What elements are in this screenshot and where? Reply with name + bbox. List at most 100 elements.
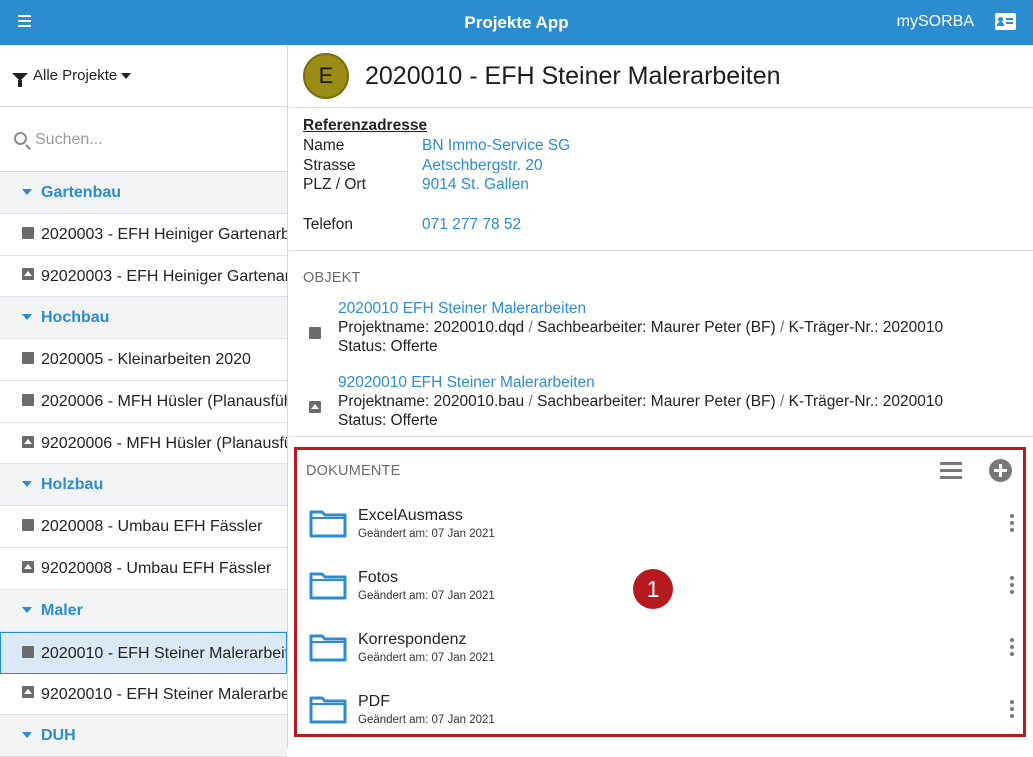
folder-name: Korrespondenz <box>358 631 467 648</box>
more-options-icon[interactable] <box>1009 513 1015 533</box>
folder-row[interactable]: PDF Geändert am: 07 Jan 2021 <box>306 688 1021 738</box>
folder-row[interactable]: Korrespondenz Geändert am: 07 Jan 2021 <box>306 626 1021 676</box>
folder-date: Geändert am: 07 Jan 2021 <box>358 590 495 602</box>
group-label: Gartenbau <box>41 184 122 201</box>
add-document-icon[interactable] <box>989 459 1012 482</box>
list-item-label: 92020003 - EFH Heiniger Gartenarbeiten <box>41 267 287 285</box>
object-details: Projektname: 2020010.bau / Sachbearbeite… <box>338 393 944 410</box>
search-icon <box>14 132 27 145</box>
list-item[interactable]: 2020003 - EFH Heiniger Gartenarbeiten <box>0 214 287 256</box>
list-item[interactable]: 2020006 - MFH Hüsler (Planausführung) <box>0 381 287 423</box>
caret-down-icon <box>22 481 32 488</box>
caret-down-icon <box>22 188 32 195</box>
group-holzbau[interactable]: Holzbau <box>0 464 287 507</box>
reference-heading: Referenzadresse <box>303 117 428 134</box>
list-item-label: 2020010 - EFH Steiner Malerarbeiten <box>41 644 287 662</box>
project-list: Gartenbau 2020003 - EFH Heiniger Gartena… <box>0 172 287 757</box>
callout-marker: 1 <box>633 569 673 609</box>
top-bar: Projekte App mySORBA <box>0 0 1033 45</box>
group-maler[interactable]: Maler <box>0 589 287 632</box>
square-icon <box>22 393 34 406</box>
caret-down-icon <box>22 731 32 738</box>
object-heading: OBJEKT <box>303 270 361 286</box>
search-input[interactable] <box>35 127 275 153</box>
folder-date: Geändert am: 07 Jan 2021 <box>358 528 495 540</box>
more-options-icon[interactable] <box>1009 575 1015 595</box>
folder-icon <box>309 572 347 600</box>
user-menu[interactable]: mySORBA <box>897 13 974 31</box>
project-filter-dropdown[interactable]: Alle Projekte <box>0 45 287 107</box>
list-item-label: 2020003 - EFH Heiniger Gartenarbeiten <box>41 226 287 243</box>
group-label: DUH <box>41 727 76 745</box>
list-item[interactable]: 92020003 - EFH Heiniger Gartenarbeiten <box>0 256 287 298</box>
contact-card-icon[interactable] <box>995 13 1016 30</box>
more-options-icon[interactable] <box>1009 637 1015 657</box>
reference-address: Referenzadresse Name BN Immo-Service SG S… <box>289 108 1033 251</box>
square-icon <box>22 519 34 532</box>
list-item-label: 92020008 - Umbau EFH Fässler <box>41 560 272 578</box>
object-section: OBJEKT 2020010 EFH Steiner Malerarbeiten… <box>289 251 1033 437</box>
list-item-label: 2020005 - Kleinarbeiten 2020 <box>41 351 251 369</box>
object-details: Projektname: 2020010.dqd / Sachbearbeite… <box>338 319 944 336</box>
object-status: Status: Offerte <box>338 338 438 355</box>
list-item[interactable]: 92020010 - EFH Steiner Malerarbeiten <box>0 674 287 716</box>
list-item-label: 92020010 - EFH Steiner Malerarbeiten <box>41 685 287 703</box>
group-label: Maler <box>41 601 83 619</box>
folder-name: ExcelAusmass <box>358 507 463 524</box>
upload-square-icon <box>22 268 34 281</box>
folder-name: Fotos <box>358 569 399 586</box>
street-label: Strasse <box>303 156 356 174</box>
folder-date: Geändert am: 07 Jan 2021 <box>358 714 495 726</box>
name-label: Name <box>303 137 345 154</box>
upload-square-icon <box>309 401 321 413</box>
list-item-label: 2020008 - Umbau EFH Fässler <box>41 518 263 536</box>
upload-square-icon <box>22 686 34 699</box>
object-link[interactable]: 2020010 EFH Steiner Malerarbeiten <box>338 300 586 318</box>
city-value-link[interactable]: 9014 St. Gallen <box>422 176 529 194</box>
group-duh[interactable]: DUH <box>0 715 287 757</box>
list-item[interactable]: 2020005 - Kleinarbeiten 2020 <box>0 339 287 382</box>
list-item-label: 92020006 - MFH Hüsler (Planausführung) <box>41 434 287 452</box>
phone-label: Telefon <box>303 216 353 233</box>
name-value-link[interactable]: BN Immo-Service SG <box>422 137 570 155</box>
list-item[interactable]: 92020006 - MFH Hüsler (Planausführung) <box>0 423 287 465</box>
group-hochbau[interactable]: Hochbau <box>0 297 287 340</box>
app-title: Projekte App <box>464 13 569 32</box>
avatar: E <box>303 53 349 99</box>
square-icon <box>22 645 34 658</box>
folder-icon <box>309 510 347 538</box>
filter-label: Alle Projekte <box>33 67 118 84</box>
sidebar: Alle Projekte Gartenbau 2020003 - EFH He… <box>0 45 288 757</box>
group-label: Holzbau <box>41 476 104 494</box>
list-item-selected[interactable]: 2020010 - EFH Steiner Malerarbeiten <box>0 631 287 674</box>
folder-date: Geändert am: 07 Jan 2021 <box>358 652 495 664</box>
upload-square-icon <box>22 435 34 448</box>
caret-down-icon <box>22 606 32 613</box>
square-icon <box>22 226 34 239</box>
documents-heading: DOKUMENTE <box>306 463 401 479</box>
folder-icon <box>309 696 347 724</box>
folder-row[interactable]: ExcelAusmass Geändert am: 07 Jan 2021 <box>306 502 1021 552</box>
list-item-label: 2020006 - MFH Hüsler (Planausführung) <box>41 393 287 411</box>
list-view-icon[interactable] <box>940 462 962 480</box>
more-options-icon[interactable] <box>1009 699 1015 719</box>
project-header: E 2020010 - EFH Steiner Malerarbeiten <box>289 45 1033 108</box>
folder-name: PDF <box>358 693 390 710</box>
caret-down-icon <box>121 73 132 80</box>
caret-down-icon <box>22 314 32 321</box>
list-item[interactable]: 2020008 - Umbau EFH Fässler <box>0 506 287 549</box>
phone-value-link[interactable]: 071 277 78 52 <box>422 216 521 234</box>
group-gartenbau[interactable]: Gartenbau <box>0 172 287 214</box>
project-detail: E 2020010 - EFH Steiner Malerarbeiten Re… <box>289 45 1033 748</box>
list-item[interactable]: 92020008 - Umbau EFH Fässler <box>0 548 287 590</box>
group-label: Hochbau <box>41 309 110 327</box>
documents-section: DOKUMENTE ExcelAusmass Geändert am: 07 J… <box>294 447 1026 737</box>
filter-icon <box>12 73 28 87</box>
object-link[interactable]: 92020010 EFH Steiner Malerarbeiten <box>338 374 595 392</box>
street-value-link[interactable]: Aetschbergstr. 20 <box>422 157 543 175</box>
upload-square-icon <box>22 560 34 573</box>
folder-icon <box>309 634 347 662</box>
city-label: PLZ / Ort <box>303 176 366 193</box>
square-icon <box>22 352 34 365</box>
page-title: 2020010 - EFH Steiner Malerarbeiten <box>365 62 781 90</box>
